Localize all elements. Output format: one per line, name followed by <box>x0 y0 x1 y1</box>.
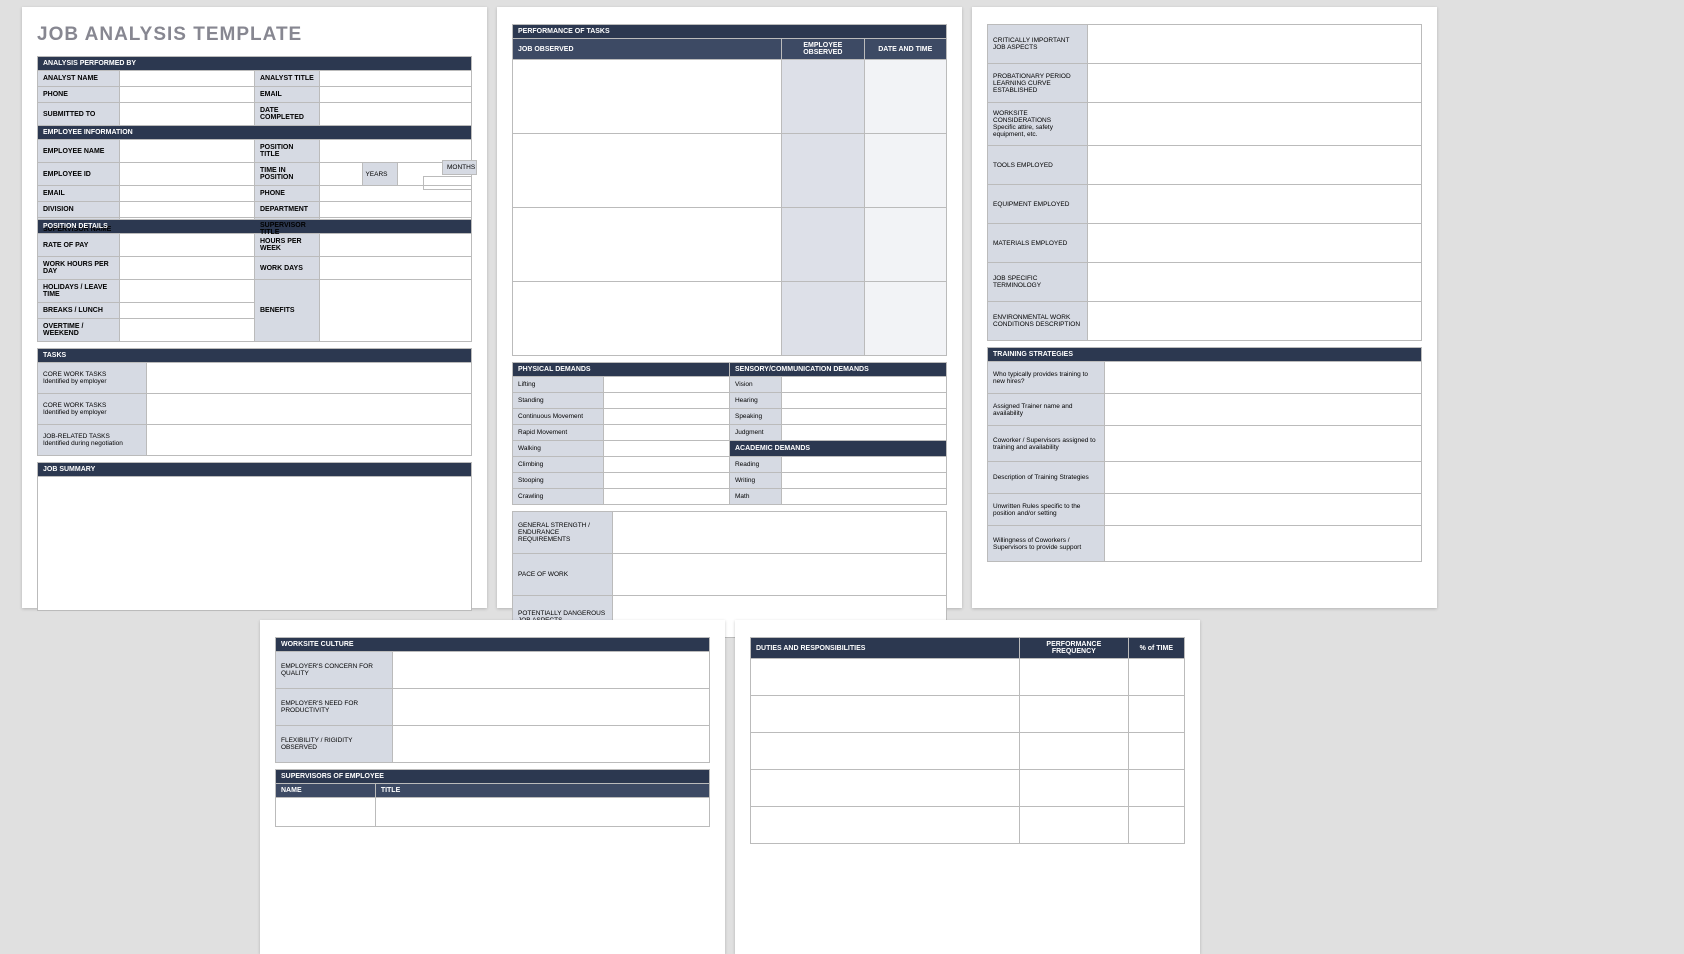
supervisors: SUPERVISORS OF EMPLOYEE NAMETITLE <box>275 769 710 827</box>
page-2: PERFORMANCE OF TASKS JOB OBSERVEDEMPLOYE… <box>497 7 962 608</box>
page-4: WORKSITE CULTURE EMPLOYER'S CONCERN FOR … <box>260 620 725 954</box>
page-3: CRITICALLY IMPORTANT JOB ASPECTS PROBATI… <box>972 7 1437 608</box>
page-1: JOB ANALYSIS TEMPLATE ANALYSIS PERFORMED… <box>22 7 487 608</box>
general-requirements: GENERAL STRENGTH / ENDURANCE REQUIREMENT… <box>512 511 947 638</box>
page-5: DUTIES AND RESPONSIBILITIESPERFORMANCE F… <box>735 620 1200 954</box>
position-details: POSITION DETAILS RATE OF PAYHOURS PER WE… <box>37 219 472 342</box>
demands: PHYSICAL DEMANDSSENSORY/COMMUNICATION DE… <box>512 362 947 505</box>
job-aspects-list: CRITICALLY IMPORTANT JOB ASPECTS PROBATI… <box>987 24 1422 341</box>
doc-title: JOB ANALYSIS TEMPLATE <box>37 24 472 46</box>
training-strategies: TRAINING STRATEGIES Who typically provid… <box>987 347 1422 562</box>
job-summary: JOB SUMMARY <box>37 462 472 611</box>
performance-tasks: PERFORMANCE OF TASKS JOB OBSERVEDEMPLOYE… <box>512 24 947 356</box>
tasks: TASKS CORE WORK TASKS Identified by empl… <box>37 348 472 456</box>
duties-responsibilities: DUTIES AND RESPONSIBILITIESPERFORMANCE F… <box>750 637 1185 844</box>
analysis-performed-by: ANALYSIS PERFORMED BY ANALYST NAMEANALYS… <box>37 56 472 126</box>
worksite-culture: WORKSITE CULTURE EMPLOYER'S CONCERN FOR … <box>275 637 710 763</box>
